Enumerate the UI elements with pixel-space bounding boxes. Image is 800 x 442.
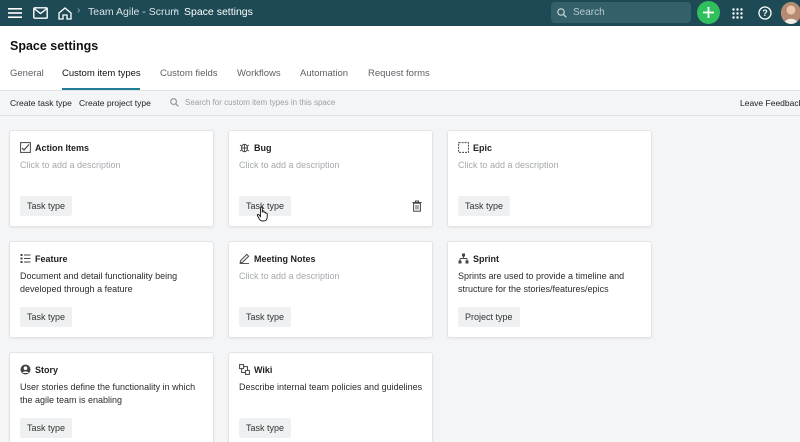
item-type-badge: Task type xyxy=(458,196,511,216)
item-type-badge: Task type xyxy=(20,418,73,438)
item-type-badge: Task type xyxy=(239,418,292,438)
svg-text:?: ? xyxy=(762,8,768,18)
bug-icon xyxy=(239,142,250,153)
hand-pointer-icon xyxy=(256,206,268,222)
breadcrumb-space[interactable]: Team Agile - Scrum xyxy=(88,6,179,18)
item-type-card-story[interactable]: Story User stories define the functional… xyxy=(9,352,214,442)
item-type-card-action-items[interactable]: Action Items Click to add a description … xyxy=(9,130,214,227)
app-grid-icon[interactable] xyxy=(728,4,746,22)
tab-request-forms[interactable]: Request forms xyxy=(368,68,430,79)
leave-feedback-link[interactable]: Leave Feedback xyxy=(740,98,800,108)
card-title: Meeting Notes xyxy=(254,253,316,264)
search-icon xyxy=(170,98,179,107)
item-type-card-feature[interactable]: Feature Document and detail functionalit… xyxy=(9,241,214,338)
page-title: Space settings xyxy=(10,39,99,53)
epic-square-icon xyxy=(458,142,469,153)
global-search-input[interactable]: Search xyxy=(551,2,691,23)
tab-custom-item-types[interactable]: Custom item types xyxy=(62,68,141,79)
home-icon[interactable] xyxy=(56,4,74,22)
tab-custom-fields[interactable]: Custom fields xyxy=(160,68,218,79)
trash-icon[interactable] xyxy=(412,200,422,212)
tab-automation[interactable]: Automation xyxy=(300,68,348,79)
item-type-card-wiki[interactable]: Wiki Describe internal team policies and… xyxy=(228,352,433,442)
item-type-badge: Task type xyxy=(239,307,292,327)
card-title: Wiki xyxy=(254,364,273,375)
card-description[interactable]: Click to add a description xyxy=(458,159,646,172)
item-type-card-epic[interactable]: Epic Click to add a description Task typ… xyxy=(447,130,652,227)
inbox-icon[interactable] xyxy=(31,4,49,22)
card-title: Feature xyxy=(35,253,68,264)
breadcrumb-separator: › xyxy=(174,5,178,16)
card-title: Action Items xyxy=(35,142,90,153)
top-navigation-bar: › Team Agile - Scrum › Space settings Se… xyxy=(0,0,800,26)
breadcrumb-separator: › xyxy=(77,5,81,16)
create-button[interactable] xyxy=(697,1,720,24)
card-description[interactable]: Click to add a description xyxy=(20,159,208,172)
sprint-tree-icon xyxy=(458,253,469,264)
create-task-type-button[interactable]: Create task type xyxy=(10,98,72,108)
card-description[interactable]: Click to add a description xyxy=(239,159,427,172)
card-title: Sprint xyxy=(473,253,499,264)
user-avatar[interactable] xyxy=(781,2,800,24)
item-type-card-sprint[interactable]: Sprint Sprints are used to provide a tim… xyxy=(447,241,652,338)
help-icon[interactable]: ? xyxy=(756,4,774,22)
card-description[interactable]: Describe internal team policies and guid… xyxy=(239,381,427,394)
card-description[interactable]: User stories define the functionality in… xyxy=(20,381,208,407)
search-placeholder: Search xyxy=(573,7,605,18)
item-types-toolbar: Create task type Create project type Sea… xyxy=(0,90,800,116)
card-title: Bug xyxy=(254,142,272,153)
card-description[interactable]: Sprints are used to provide a timeline a… xyxy=(458,270,646,296)
item-type-search-placeholder: Search for custom item types in this spa… xyxy=(185,98,336,107)
item-type-search-input[interactable]: Search for custom item types in this spa… xyxy=(170,98,335,107)
plus-icon xyxy=(703,7,714,18)
tab-general[interactable]: General xyxy=(10,68,44,79)
item-type-badge: Project type xyxy=(458,307,520,327)
hamburger-menu-icon[interactable] xyxy=(6,4,24,22)
create-project-type-button[interactable]: Create project type xyxy=(79,98,151,108)
card-description[interactable]: Document and detail functionality being … xyxy=(20,270,208,296)
item-type-badge: Task type xyxy=(20,307,73,327)
checklist-icon xyxy=(20,142,31,153)
tab-workflows[interactable]: Workflows xyxy=(237,68,281,79)
story-person-icon xyxy=(20,364,31,375)
pencil-icon xyxy=(239,253,250,264)
card-title: Story xyxy=(35,364,59,375)
wiki-icon xyxy=(239,364,250,375)
card-description[interactable]: Click to add a description xyxy=(239,270,427,283)
list-icon xyxy=(20,253,31,264)
search-icon xyxy=(557,7,567,18)
breadcrumb-current: Space settings xyxy=(184,6,253,18)
item-type-badge: Task type xyxy=(20,196,73,216)
card-title: Epic xyxy=(473,142,493,153)
item-type-card-meeting-notes[interactable]: Meeting Notes Click to add a description… xyxy=(228,241,433,338)
page-header: Space settings General Custom item types… xyxy=(0,26,800,90)
